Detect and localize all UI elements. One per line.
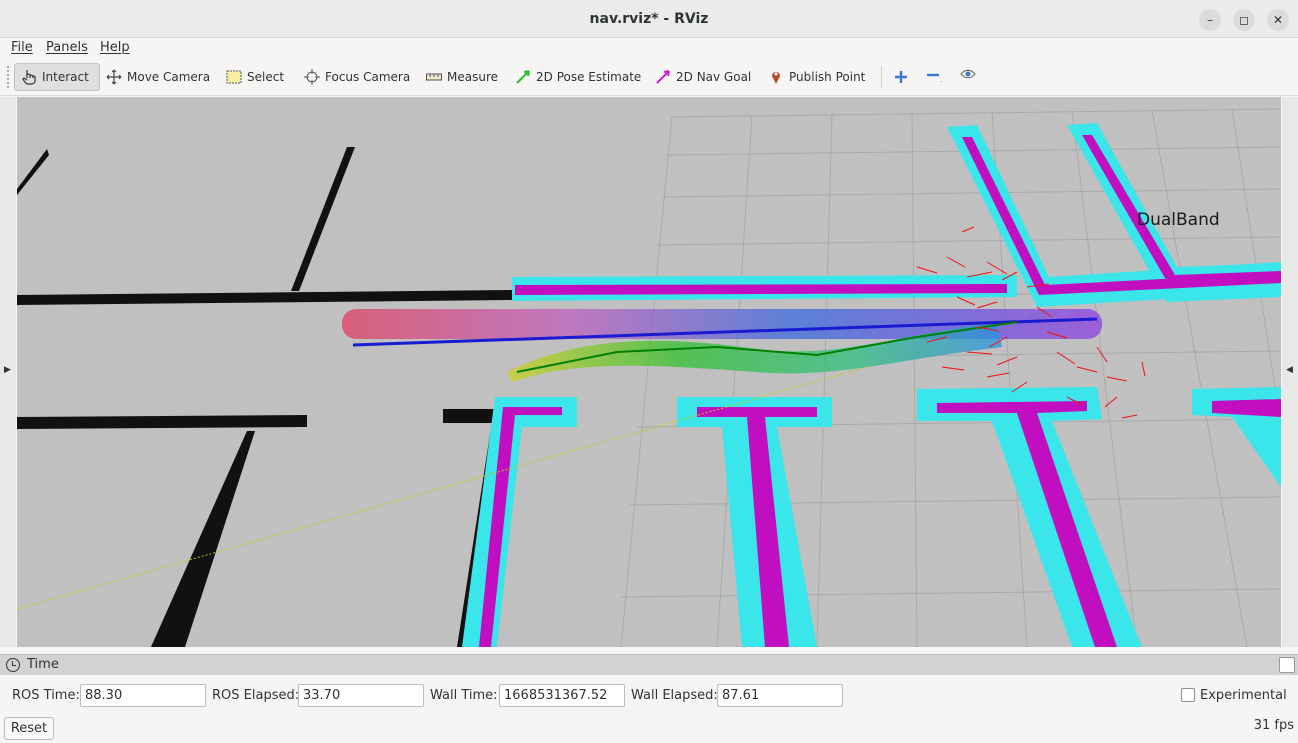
map-walls [17, 147, 542, 647]
ground-grid [620, 108, 1281, 647]
reset-button[interactable]: Reset [4, 717, 54, 740]
magenta-arrow-icon [655, 69, 671, 85]
tool-2d-pose-estimate[interactable]: 2D Pose Estimate [509, 63, 647, 91]
menu-bar: File Panels Help [0, 38, 1298, 58]
time-panel-title: Time [27, 657, 59, 672]
window-title: nav.rviz* - RViz [589, 11, 709, 27]
tool-select-label: Select [247, 70, 285, 84]
maximize-icon: ◻ [1239, 13, 1249, 27]
wall-time-label: Wall Time: [430, 688, 498, 703]
select-box-icon [226, 69, 242, 85]
tools-toolbar: Interact Move Camera Select Focus Camera… [0, 58, 1298, 96]
green-arrow-icon [515, 69, 531, 85]
toolbar-grip[interactable] [7, 66, 10, 88]
eye-icon [960, 69, 976, 85]
tool-2d-nav-goal-label: 2D Nav Goal [676, 70, 752, 84]
tool-measure[interactable]: Measure [420, 63, 504, 91]
dualband-label: DualBand [1137, 210, 1220, 230]
ruler-icon [426, 69, 442, 85]
panel-close-button[interactable] [1279, 657, 1295, 673]
tool-2d-pose-estimate-label: 2D Pose Estimate [536, 70, 642, 84]
scene-canvas: DualBand [17, 108, 1281, 647]
minimize-icon: – [1207, 13, 1213, 27]
ros-elapsed-label: ROS Elapsed: [212, 688, 300, 703]
experimental-checkbox[interactable] [1181, 688, 1195, 702]
tool-2d-nav-goal[interactable]: 2D Nav Goal [649, 63, 757, 91]
expand-left-icon: ◀ [1286, 365, 1293, 375]
add-tool-button[interactable] [888, 63, 914, 91]
minus-icon [926, 69, 942, 85]
close-button[interactable]: ✕ [1267, 9, 1289, 31]
menu-panels[interactable]: Panels [46, 40, 88, 55]
ros-elapsed-field[interactable] [298, 684, 424, 707]
remove-tool-button[interactable] [920, 63, 950, 91]
tool-measure-label: Measure [447, 70, 498, 84]
tool-focus-camera[interactable]: Focus Camera [298, 63, 416, 91]
tool-select[interactable]: Select [220, 63, 290, 91]
tool-move-camera[interactable]: Move Camera [100, 63, 216, 91]
tool-move-camera-label: Move Camera [127, 70, 211, 84]
left-panel-toggle[interactable]: ▶ [0, 97, 16, 647]
fps-counter: 31 fps [1253, 718, 1294, 733]
minimize-button[interactable]: – [1199, 9, 1221, 31]
time-panel-header: Time [0, 654, 1298, 675]
expand-right-icon: ▶ [4, 365, 11, 375]
right-panel-toggle[interactable]: ◀ [1282, 97, 1298, 647]
close-icon: ✕ [1272, 13, 1284, 27]
maximize-button[interactable]: ◻ [1233, 9, 1255, 31]
tool-interact-label: Interact [42, 70, 89, 84]
window-titlebar: nav.rviz* - RViz – ◻ ✕ [0, 0, 1298, 38]
wall-elapsed-field[interactable] [717, 684, 843, 707]
menu-help[interactable]: Help [100, 40, 130, 55]
tool-publish-point-label: Publish Point [789, 70, 866, 84]
tool-interact[interactable]: Interact [14, 63, 100, 91]
map-pin-icon [768, 69, 784, 85]
time-panel: ROS Time: ROS Elapsed: Wall Time: Wall E… [0, 676, 1298, 743]
hand-pointer-icon [21, 69, 37, 85]
toolbar-separator [881, 66, 882, 88]
menu-file[interactable]: File [11, 40, 33, 55]
3d-render-view[interactable]: DualBand [17, 97, 1281, 647]
focus-crosshair-icon [304, 69, 320, 85]
view-tool-button[interactable] [954, 63, 984, 91]
move-arrows-icon [106, 69, 122, 85]
tool-publish-point[interactable]: Publish Point [762, 63, 871, 91]
ros-time-label: ROS Time: [12, 688, 80, 703]
wall-elapsed-label: Wall Elapsed: [631, 688, 718, 703]
plus-icon [894, 69, 908, 85]
wall-time-field[interactable] [499, 684, 625, 707]
ros-time-field[interactable] [80, 684, 206, 707]
experimental-label: Experimental [1200, 688, 1287, 703]
costmap-inflation [462, 123, 1281, 647]
tool-focus-camera-label: Focus Camera [325, 70, 411, 84]
clock-icon [6, 658, 20, 672]
